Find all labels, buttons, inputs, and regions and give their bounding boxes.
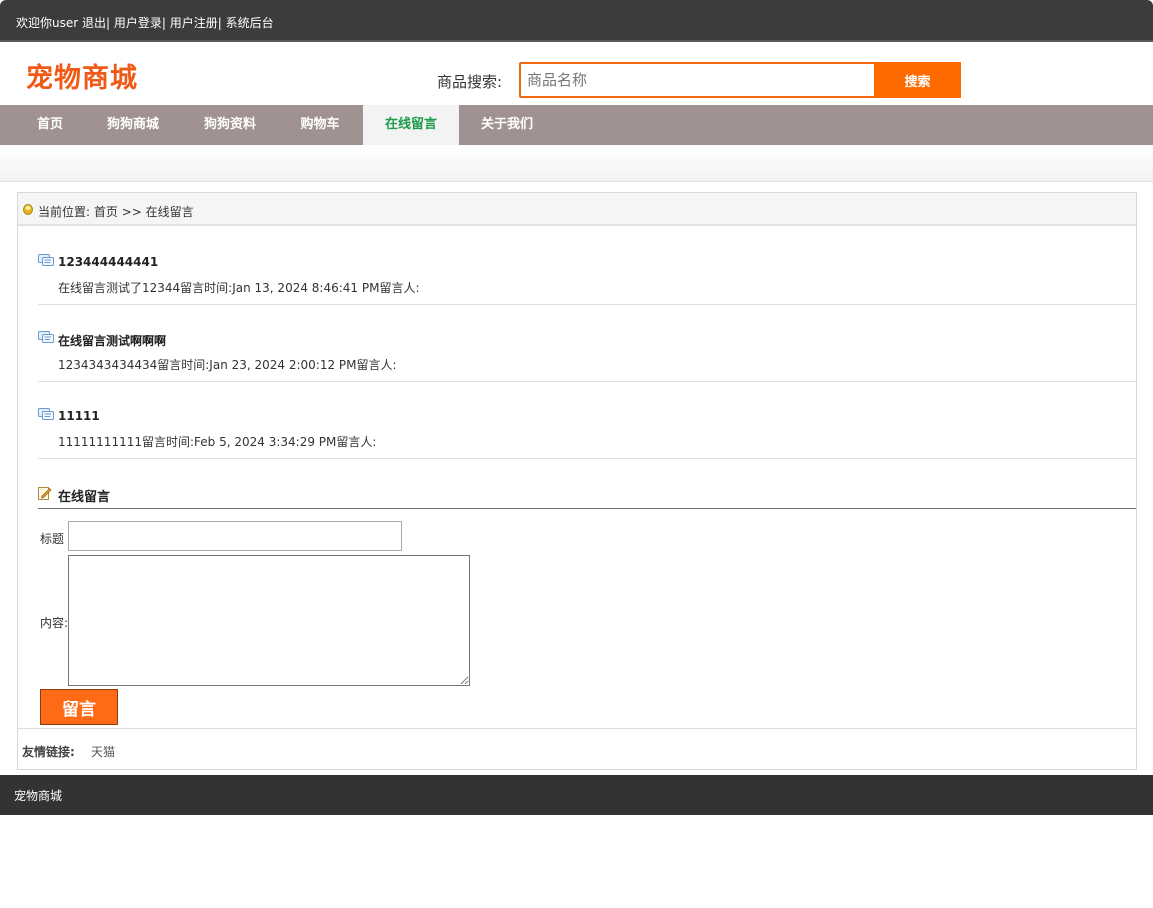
submit-message-button[interactable]: 留言 xyxy=(40,689,118,725)
message-item: 123444444441 在线留言测试了12344留言时间:Jan 13, 20… xyxy=(38,227,1136,305)
message-title: 123444444441 xyxy=(58,255,159,269)
chat-bubble-icon xyxy=(38,408,54,420)
message-body: 在线留言测试了12344留言时间:Jan 13, 2024 8:46:41 PM… xyxy=(58,281,420,295)
form-heading: 在线留言 xyxy=(38,486,1136,509)
breadcrumb: 当前位置: 首页 >> 在线留言 xyxy=(18,193,1136,226)
search-label: 商品搜索: xyxy=(437,73,503,91)
form-heading-text: 在线留言 xyxy=(58,490,111,505)
admin-link[interactable]: 系统后台 xyxy=(226,16,274,30)
nav-guestbook[interactable]: 在线留言 xyxy=(363,105,459,145)
breadcrumb-label: 当前位置: xyxy=(38,205,91,219)
nav-cart[interactable]: 购物车 xyxy=(284,105,356,145)
top-bar: 欢迎你user 退出| 用户登录| 用户注册| 系统后台 xyxy=(0,0,1153,42)
title-input[interactable] xyxy=(68,521,402,551)
message-item: 11111 11111111111留言时间:Feb 5, 2024 3:34:2… xyxy=(38,381,1136,459)
top-links: 欢迎你user 退出| 用户登录| 用户注册| 系统后台 xyxy=(16,14,274,31)
location-pin-icon xyxy=(23,204,33,215)
message-item: 在线留言测试啊啊啊 1234343434434留言时间:Jan 23, 2024… xyxy=(38,304,1136,382)
main-nav: 首页 狗狗商城 狗狗资料 购物车 在线留言 关于我们 xyxy=(0,105,1153,145)
message-body: 11111111111留言时间:Feb 5, 2024 3:34:29 PM留言… xyxy=(58,435,377,449)
friend-links-label: 友情链接: xyxy=(22,745,75,759)
content-textarea[interactable] xyxy=(68,555,470,686)
chat-bubble-icon xyxy=(38,331,54,343)
sub-band xyxy=(0,145,1153,182)
search-input[interactable] xyxy=(519,62,886,98)
friend-links: 友情链接: 天猫 xyxy=(18,728,1136,769)
breadcrumb-text: 当前位置: 首页 >> 在线留言 xyxy=(38,203,194,220)
register-link[interactable]: 用户注册| xyxy=(170,16,222,30)
friend-link-item[interactable]: 天猫 xyxy=(91,743,115,760)
logout-link[interactable]: 退出| xyxy=(82,16,110,30)
login-link[interactable]: 用户登录| xyxy=(114,16,166,30)
message-body: 1234343434434留言时间:Jan 23, 2024 2:00:12 P… xyxy=(58,358,397,372)
content-label: 内容: xyxy=(40,616,69,630)
footer: 宠物商城 xyxy=(0,775,1153,815)
nav-dog-info[interactable]: 狗狗资料 xyxy=(189,105,271,145)
edit-pencil-icon xyxy=(38,487,52,500)
message-title: 在线留言测试啊啊啊 xyxy=(58,334,167,348)
breadcrumb-home[interactable]: 首页 xyxy=(94,205,118,219)
welcome-text: 欢迎你user xyxy=(16,16,79,30)
breadcrumb-current: 在线留言 xyxy=(145,205,194,219)
search-button[interactable]: 搜索 xyxy=(874,62,961,98)
footer-text: 宠物商城 xyxy=(14,789,63,803)
message-title: 11111 xyxy=(58,409,100,423)
breadcrumb-sep: >> xyxy=(121,205,142,219)
nav-home[interactable]: 首页 xyxy=(18,105,82,145)
content-panel: 当前位置: 首页 >> 在线留言 123444444441 在线留言测试了123… xyxy=(17,192,1137,770)
nav-about[interactable]: 关于我们 xyxy=(468,105,546,145)
site-logo[interactable]: 宠物商城 xyxy=(26,56,138,95)
nav-dog-shop[interactable]: 狗狗商城 xyxy=(92,105,174,145)
title-label: 标题 xyxy=(40,532,65,546)
chat-bubble-icon xyxy=(38,254,54,266)
